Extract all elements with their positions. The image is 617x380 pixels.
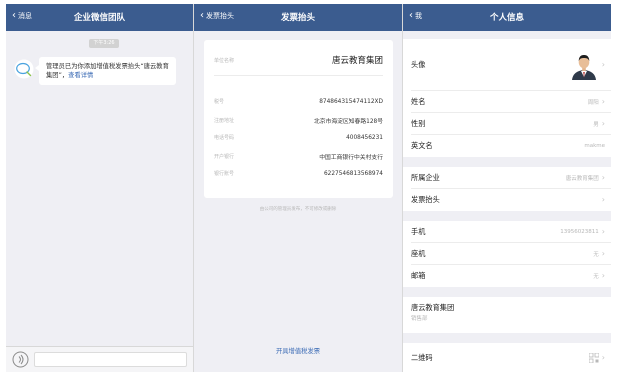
invoice-title-label: 发票抬头 bbox=[411, 195, 440, 204]
chevron-right-icon: › bbox=[601, 97, 605, 106]
tax-id-value: 874864315474112XD bbox=[319, 98, 383, 105]
invoice-navbar: ‹ 发票抬头 发票抬头 bbox=[194, 4, 402, 31]
english-name-value: makme bbox=[584, 143, 605, 149]
chevron-right-icon: › bbox=[601, 249, 605, 258]
name-value: 周阳 bbox=[587, 100, 599, 106]
chevron-right-icon: › bbox=[601, 227, 605, 236]
address-value: 北京市海淀区知春路128号 bbox=[313, 119, 383, 125]
card-divider bbox=[214, 75, 383, 76]
bank-row: 开户银行 中国工商银行中关村支行 bbox=[214, 152, 383, 161]
organization-group: 唐云教育集团 销售部 bbox=[403, 297, 611, 333]
message-bubble[interactable]: 管理员已为你添加增值税发票抬头“唐云教育集团”，查看详情 bbox=[35, 57, 176, 85]
account-label: 银行账号 bbox=[214, 171, 235, 177]
invoice-title: 发票抬头 bbox=[280, 13, 315, 23]
company-label: 单位名称 bbox=[214, 57, 235, 64]
invoice-note: 由公司的管理员发布，不可修改或删除 bbox=[259, 207, 337, 212]
chevron-right-icon: › bbox=[601, 195, 605, 204]
app-screens: ‹ 消息 企业微信团队 下午3:26 管理员已为你添加增值税发票抬头“唐云教育集… bbox=[6, 4, 611, 372]
bank-value: 中国工商银行中关村支行 bbox=[319, 155, 383, 161]
qr-code-icon bbox=[588, 352, 599, 363]
chevron-right-icon: › bbox=[601, 173, 605, 182]
chat-title: 企业微信团队 bbox=[73, 13, 125, 23]
company-value: 唐云教育集团 bbox=[565, 176, 599, 182]
basic-info-group: 头像 › 姓名 周阳 › 性别 男 › 英文名 makme bbox=[403, 39, 611, 157]
mobile-row[interactable]: 手机 13956023811 › bbox=[403, 221, 611, 243]
landline-label: 座机 bbox=[411, 249, 426, 258]
gender-label: 性别 bbox=[411, 119, 426, 128]
english-name-label: 英文名 bbox=[411, 141, 433, 150]
invoice-card: 单位名称 唐云教育集团 税号 874864315474112XD 注册地址 北京… bbox=[204, 40, 393, 198]
chat-bubble-icon bbox=[14, 59, 34, 79]
invoice-screen: ‹ 发票抬头 发票抬头 单位名称 唐云教育集团 税号 8748643154741… bbox=[194, 4, 403, 372]
issue-invoice-link[interactable]: 开具增值税发票 bbox=[194, 346, 402, 355]
company-group: 所属企业 唐云教育集团 › 发票抬头 › bbox=[403, 167, 611, 211]
view-details-link[interactable]: 查看详情 bbox=[68, 72, 93, 79]
phone-row: 电话号码 4008456231 bbox=[214, 134, 383, 142]
invoice-title-row[interactable]: 发票抬头 › bbox=[403, 189, 611, 211]
company-row[interactable]: 所属企业 唐云教育集团 › bbox=[403, 167, 611, 189]
chevron-right-icon: › bbox=[601, 119, 605, 128]
qr-label: 二维码 bbox=[411, 352, 433, 362]
company-label: 所属企业 bbox=[411, 173, 440, 182]
landline-value: 无 bbox=[593, 252, 599, 258]
contact-group: 手机 13956023811 › 座机 无 › 邮箱 无 › bbox=[403, 221, 611, 287]
tax-id-label: 税号 bbox=[214, 99, 225, 105]
message-text: 管理员已为你添加增值税发票抬头“唐云教育集团”， bbox=[46, 63, 169, 79]
qr-row[interactable]: 二维码 › bbox=[403, 343, 611, 372]
profile-screen: ‹ 我 个人信息 头像 › 姓名 周阳 › 性别 男 › 英文名 makme 所… bbox=[403, 4, 611, 372]
org-department: 销售部 bbox=[411, 316, 428, 322]
tax-id-row: 税号 874864315474112XD bbox=[214, 98, 383, 106]
chat-input-bar bbox=[6, 346, 193, 372]
address-label: 注册地址 bbox=[214, 118, 235, 124]
account-value: 6227546813568974 bbox=[323, 170, 383, 177]
mobile-label: 手机 bbox=[411, 227, 426, 236]
profile-navbar: ‹ 我 个人信息 bbox=[403, 4, 611, 31]
chat-screen: ‹ 消息 企业微信团队 下午3:26 管理员已为你添加增值税发票抬头“唐云教育集… bbox=[6, 4, 194, 372]
voice-icon[interactable] bbox=[12, 351, 29, 368]
name-label: 姓名 bbox=[411, 97, 426, 106]
org-name: 唐云教育集团 bbox=[411, 303, 455, 312]
profile-title: 个人信息 bbox=[489, 13, 524, 23]
phone-label: 电话号码 bbox=[214, 135, 235, 141]
chat-navbar: ‹ 消息 企业微信团队 bbox=[6, 4, 193, 31]
time-stamp: 下午3:26 bbox=[89, 39, 119, 48]
gender-value: 男 bbox=[593, 122, 599, 128]
chevron-right-icon: › bbox=[601, 60, 605, 69]
name-row[interactable]: 姓名 周阳 › bbox=[403, 91, 611, 113]
chevron-right-icon: › bbox=[601, 271, 605, 280]
phone-value: 4008456231 bbox=[346, 134, 383, 141]
message-input[interactable] bbox=[34, 352, 187, 367]
english-name-row: 英文名 makme bbox=[403, 135, 611, 157]
gender-row[interactable]: 性别 男 › bbox=[403, 113, 611, 135]
company-name: 唐云教育集团 bbox=[331, 56, 383, 66]
company-row: 单位名称 唐云教育集团 bbox=[214, 54, 383, 66]
avatar-row[interactable]: 头像 › bbox=[403, 39, 611, 91]
landline-row[interactable]: 座机 无 › bbox=[403, 243, 611, 265]
mobile-value: 13956023811 bbox=[560, 229, 599, 235]
address-row: 注册地址 北京市海淀区知春路128号 bbox=[214, 116, 383, 125]
email-value: 无 bbox=[593, 274, 599, 280]
bank-label: 开户银行 bbox=[214, 154, 235, 160]
email-label: 邮箱 bbox=[411, 271, 426, 280]
qr-group: 二维码 › bbox=[403, 343, 611, 372]
email-row[interactable]: 邮箱 无 › bbox=[403, 265, 611, 287]
chevron-right-icon: › bbox=[601, 352, 605, 362]
account-row: 银行账号 6227546813568974 bbox=[214, 170, 383, 178]
avatar-label: 头像 bbox=[411, 60, 426, 69]
avatar bbox=[568, 50, 599, 80]
